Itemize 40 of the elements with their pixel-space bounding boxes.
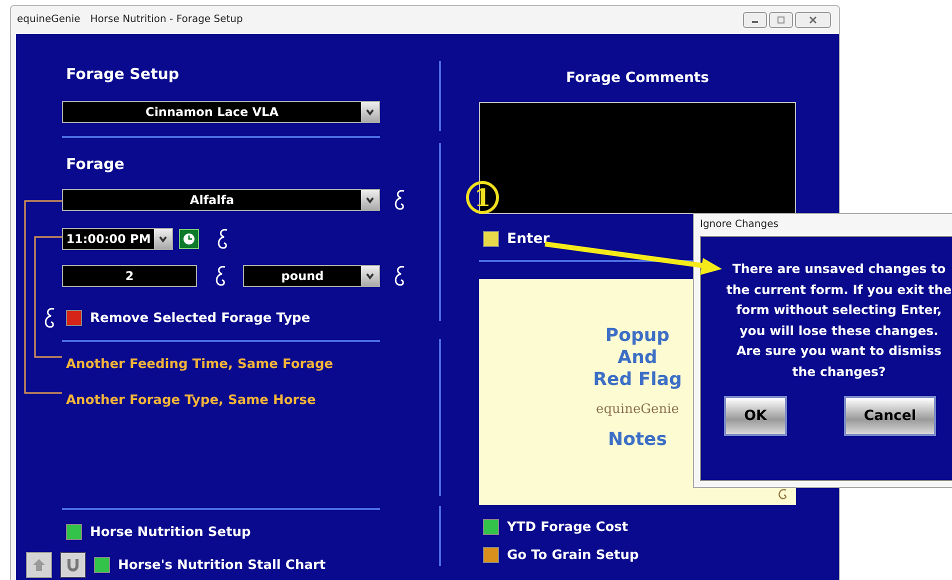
nav-button[interactable]: YTD Forage Cost — [483, 519, 796, 535]
horse-select[interactable]: Cinnamon Lace VLA — [62, 101, 380, 123]
nav-button[interactable]: Horse Nutrition Setup — [66, 524, 410, 540]
app-name: equineGenie — [17, 14, 80, 25]
dialog-button[interactable]: OK — [724, 396, 787, 436]
caret-icon[interactable] — [154, 229, 172, 249]
minimize-icon[interactable] — [743, 12, 767, 28]
window-title: Horse Nutrition - Forage Setup — [90, 14, 243, 25]
caret-icon[interactable] — [361, 102, 379, 122]
option-link[interactable]: Another Forage Type, Same Horse — [66, 392, 410, 410]
maximize-icon[interactable] — [769, 12, 793, 28]
nav-button[interactable]: Go To Grain Setup — [483, 547, 796, 563]
section-heading: Forage Setup — [66, 64, 180, 84]
color-square — [66, 310, 82, 326]
caret-icon[interactable] — [361, 266, 379, 286]
note-title: And — [618, 347, 658, 369]
dialog-button[interactable]: Cancel — [844, 396, 936, 436]
section-heading: Forage — [66, 154, 126, 174]
caret-icon[interactable] — [361, 190, 379, 210]
quantity-field[interactable]: 2 — [62, 265, 197, 287]
close-icon[interactable] — [795, 12, 831, 28]
dialog-title: Ignore Changes — [699, 218, 780, 232]
unit-select[interactable]: pound — [243, 265, 380, 287]
comments-field[interactable] — [479, 102, 796, 214]
nav-button[interactable]: Horse's Nutrition Stall Chart — [26, 552, 410, 578]
clock-icon[interactable] — [179, 229, 199, 249]
dialog-message: There are unsaved changes to the current form. If you exit the form without selecting Enter, you will lose these changes. — [725, 260, 952, 340]
time-select[interactable]: 11:00:00 PM — [62, 228, 173, 250]
section-heading: Forage Comments — [565, 69, 710, 87]
note-title: Popup — [605, 325, 670, 347]
note-title: Notes — [608, 429, 667, 451]
remove-button[interactable]: Remove Selected Forage Type — [66, 310, 310, 326]
dialog-message: Are sure you want to dismiss the changes? — [736, 342, 942, 381]
horseshoe-icon[interactable] — [60, 552, 86, 578]
note-title: Red Flag — [593, 369, 682, 391]
logo: equineGenie — [596, 401, 679, 419]
option-link[interactable]: Another Feeding Time, Same Forage — [66, 356, 410, 374]
enter-button[interactable]: Enter — [483, 229, 796, 249]
color-square — [483, 231, 499, 247]
forage-select[interactable]: Alfalfa — [62, 189, 380, 211]
